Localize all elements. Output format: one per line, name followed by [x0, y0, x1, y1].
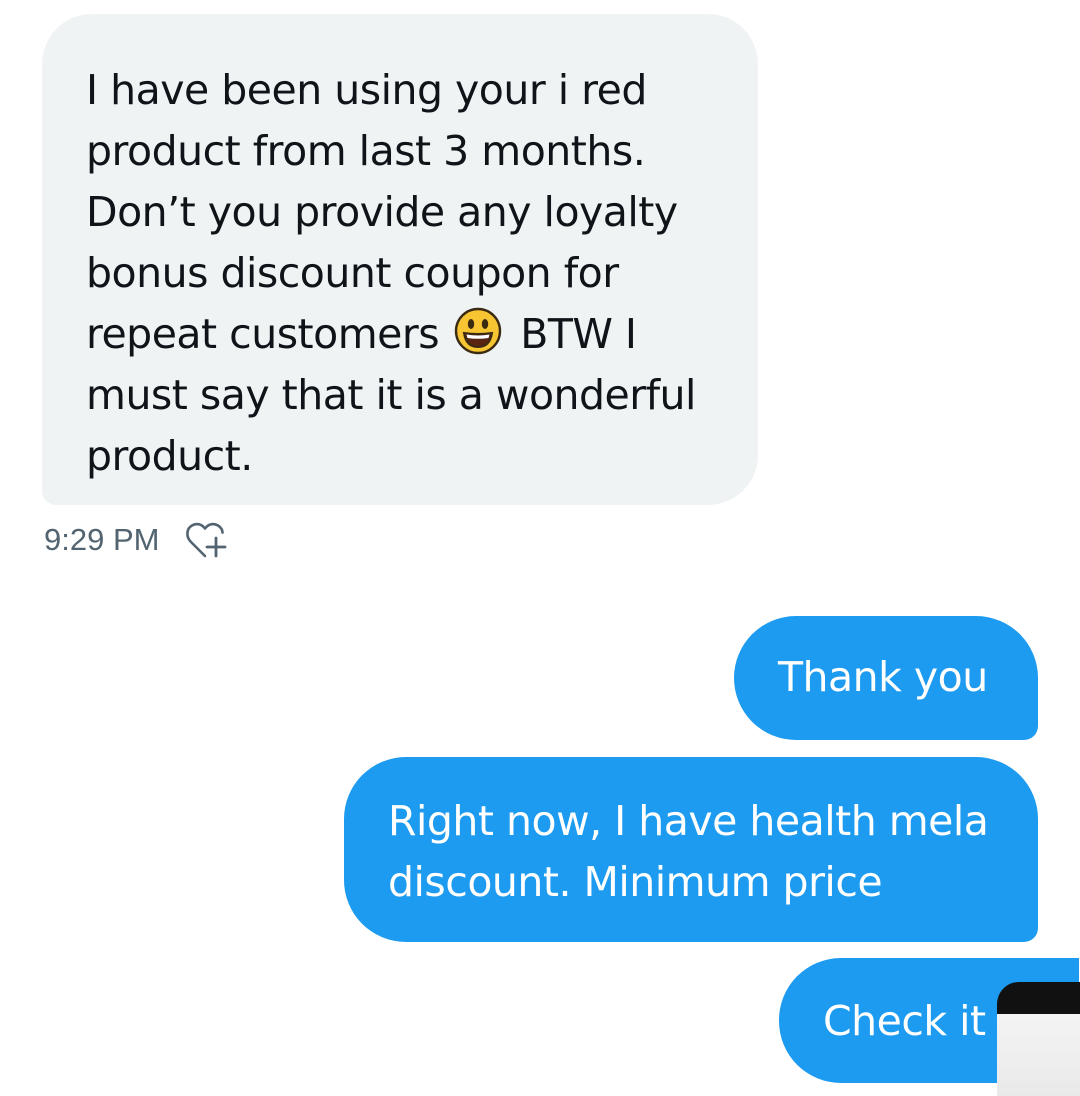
incoming-message-bubble[interactable]: I have been using your i red product fro…: [42, 14, 758, 505]
outgoing-message-line: discount. Minimum price: [388, 858, 883, 906]
floating-preview-card[interactable]: [997, 982, 1080, 1096]
grinning-face-icon: [454, 307, 501, 355]
outgoing-message-line: Right now, I have health mela: [388, 797, 989, 845]
outgoing-message-bubble[interactable]: Right now, I have health mela discount. …: [344, 757, 1038, 942]
floating-preview-content: [997, 1014, 1080, 1096]
incoming-message-text: BTW I: [520, 310, 637, 358]
outgoing-message-bubble[interactable]: Thank you: [734, 616, 1038, 740]
incoming-message-line: must say that it is a wonderful: [86, 371, 696, 419]
add-reaction-icon[interactable]: [183, 518, 229, 562]
incoming-message-text: repeat customers: [86, 310, 440, 358]
outgoing-message-text: Check it: [823, 997, 986, 1045]
message-timestamp: 9:29 PM: [44, 522, 160, 557]
incoming-message-line: Don’t you provide any loyalty: [86, 188, 678, 236]
incoming-message-line-with-emoji: repeat customers BTW I: [86, 304, 728, 365]
outgoing-message-text: Thank you: [778, 653, 988, 701]
incoming-message-line: I have been using your i red: [86, 66, 647, 114]
incoming-message-line: product.: [86, 432, 253, 480]
incoming-message-line: bonus discount coupon for: [86, 249, 619, 297]
message-meta: 9:29 PM: [44, 518, 229, 562]
incoming-message-line: product from last 3 months.: [86, 127, 646, 175]
